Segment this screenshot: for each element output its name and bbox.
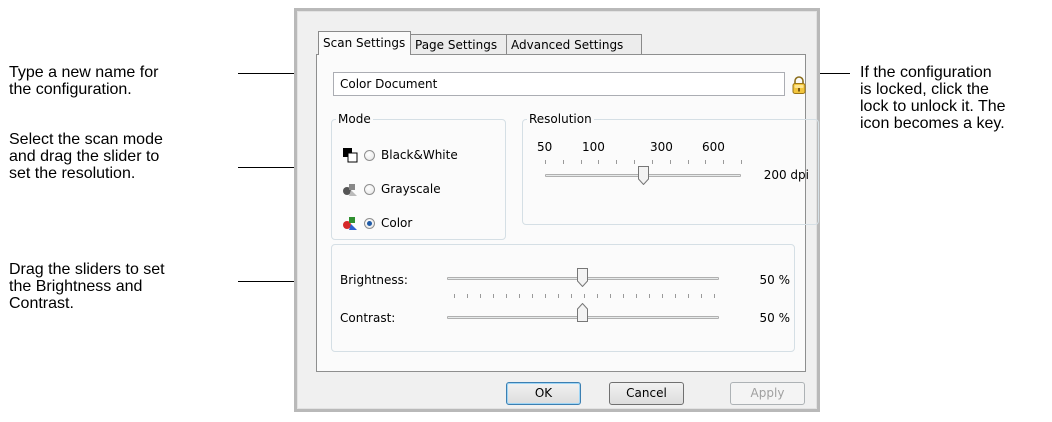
slider-tick [467,294,468,298]
resolution-legend: Resolution [529,112,592,126]
slider-tick [558,294,559,298]
brightness-label: Brightness: [340,273,408,287]
slider-tick [493,294,494,298]
contrast-label: Contrast: [340,311,396,325]
resolution-slider-thumb[interactable] [638,166,649,185]
slider-tick [662,294,663,298]
tab-advanced-settings[interactable]: Advanced Settings [506,34,642,54]
resolution-group: Resolution 50 100 300 600 200 dpi [522,112,819,225]
mode-option-color[interactable]: Color [342,214,412,232]
slider-tick [506,294,507,298]
contrast-value: 50 % [759,311,791,325]
slider-tick [634,160,636,164]
callout-sliders: Drag the sliders to set the Brightness a… [9,261,165,312]
slider-tick [571,294,572,298]
slider-tick [723,160,725,164]
slider-tick [675,294,676,298]
mode-legend: Mode [338,112,371,126]
tab-page-settings[interactable]: Page Settings [410,34,507,54]
mode-label-black-white: Black&White [381,148,458,162]
slider-tick [714,294,715,298]
slider-tick [545,294,546,298]
slider-tick [545,160,546,164]
apply-button[interactable]: Apply [730,382,805,405]
callout-configuration-name: Type a new name for the configuration. [9,64,159,98]
callout-line-mode [238,167,294,168]
resolution-tick-label-100: 100 [582,140,605,154]
slider-tick [623,294,624,298]
slider-tick [741,160,742,164]
slider-tick [649,294,650,298]
slider-tick [519,294,520,298]
tab-scan-settings[interactable]: Scan Settings [318,31,411,55]
contrast-slider-thumb[interactable] [577,303,588,322]
padlock-icon[interactable] [791,74,807,96]
resolution-tick-label-600: 600 [702,140,725,154]
callout-lock: If the configuration is locked, click th… [860,64,1006,132]
ok-button[interactable]: OK [506,382,581,405]
slider-tick [688,294,689,298]
slider-tick [610,294,611,298]
mode-option-black-white[interactable]: Black&White [342,146,458,164]
slider-tick [584,294,585,298]
brightness-slider-thumb[interactable] [577,268,588,287]
scan-settings-dialog: Scan Settings Page Settings Advanced Set… [294,8,820,412]
brightness-value: 50 % [759,273,791,287]
grayscale-icon [343,184,357,196]
slider-tick [598,160,600,164]
black-white-icon [343,148,358,163]
slider-tick [687,160,689,164]
slider-tick [580,160,582,164]
callout-line-name [238,73,294,74]
slider-tick [636,294,637,298]
radio-grayscale[interactable] [364,183,375,195]
configuration-name-input[interactable] [333,72,785,96]
mode-option-grayscale[interactable]: Grayscale [342,180,441,198]
callout-scan-mode: Select the scan mode and drag the slider… [9,131,163,182]
slider-tick [669,160,671,164]
slider-tick [454,294,455,298]
radio-black-white[interactable] [364,149,375,161]
scan-settings-panel: Mode Black&White Grayscale [316,54,819,372]
radio-color[interactable] [364,217,375,229]
slider-tick [701,294,702,298]
resolution-tick-label-50: 50 [537,140,553,154]
resolution-value: 200 dpi [763,168,809,182]
slider-tick [651,160,653,164]
cancel-button[interactable]: Cancel [609,382,684,405]
slider-tick [480,294,481,298]
mode-group: Mode Black&White Grayscale Color [331,112,506,240]
color-icon [343,217,357,230]
brightness-contrast-group: Brightness: 50 % Contrast: 50 % [331,244,795,352]
slider-tick [705,160,707,164]
slider-tick [532,294,533,298]
slider-tick [616,160,618,164]
mode-label-grayscale: Grayscale [381,182,441,196]
slider-tick [562,160,564,164]
callout-line-sliders [238,281,294,282]
slider-tick [597,294,598,298]
resolution-tick-label-300: 300 [650,140,673,154]
mode-label-color: Color [381,216,413,230]
